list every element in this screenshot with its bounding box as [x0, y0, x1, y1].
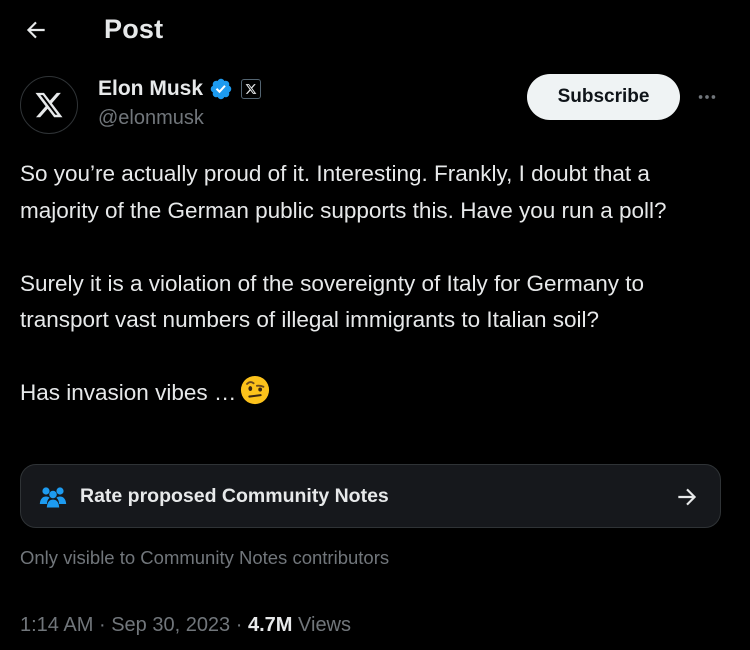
top-bar: Post	[0, 0, 750, 62]
subscribe-button[interactable]: Subscribe	[527, 74, 680, 120]
rate-community-notes-card[interactable]: Rate proposed Community Notes	[20, 464, 721, 528]
views-label: Views	[298, 614, 352, 636]
affiliation-badge[interactable]	[241, 79, 262, 99]
display-name[interactable]: Elon Musk	[98, 77, 203, 101]
notes-card-label: Rate proposed Community Notes	[80, 485, 389, 507]
more-options-button[interactable]	[693, 83, 721, 111]
tweet-paragraph: Surely it is a violation of the sovereig…	[20, 270, 645, 333]
arrow-right-icon	[678, 488, 697, 506]
user-handle[interactable]: @elonmusk	[98, 107, 261, 130]
tweet-text: So you’re actually proud of it. Interest…	[20, 156, 732, 412]
notes-visibility-text: Only visible to Community Notes contribu…	[20, 547, 390, 568]
views-count[interactable]: 4.7M	[248, 614, 292, 636]
x-affiliate-badge-icon	[245, 84, 257, 94]
ellipsis-icon	[698, 95, 716, 99]
avatar[interactable]	[20, 76, 78, 134]
community-people-icon	[39, 487, 67, 508]
tweet-paragraph: So you’re actually proud of it. Interest…	[20, 161, 667, 223]
tweet-paragraph-text: Has invasion vibes …	[20, 380, 237, 405]
back-button[interactable]	[18, 12, 54, 48]
tweet-paragraph-last: Has invasion vibes …	[20, 375, 732, 412]
x-logo-icon	[35, 92, 63, 118]
page-title: Post	[104, 14, 164, 44]
meta-separator: ·	[98, 614, 106, 636]
raised-eyebrow-emoji-icon	[241, 375, 270, 405]
verified-badge-icon[interactable]	[209, 77, 233, 101]
post-date[interactable]: Sep 30, 2023	[111, 614, 230, 636]
author-info: Elon Musk @elonmusk	[98, 76, 262, 130]
post-meta: 1:14 AM · Sep 30, 2023 · 4.7M Views	[20, 614, 351, 637]
meta-separator: ·	[235, 614, 243, 636]
name-row: Elon Musk	[98, 76, 262, 102]
post-time[interactable]: 1:14 AM	[20, 614, 93, 636]
arrow-left-icon	[26, 21, 45, 39]
